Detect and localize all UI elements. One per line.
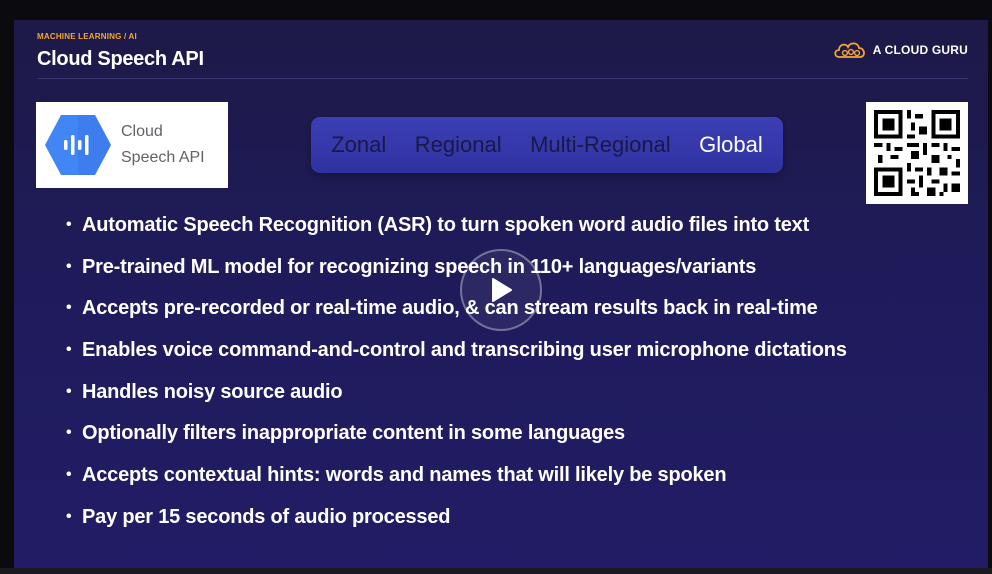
bullet-text: Optionally filters inappropriate content… [82,422,625,445]
list-item: • Handles noisy source audio [66,380,343,403]
play-icon [492,278,512,302]
brand-name: A CLOUD GURU [872,43,968,57]
region-zonal: Zonal [331,132,387,157]
bullet-text: Pre-trained ML model for recognizing spe… [82,255,757,278]
region-scope-bar: Zonal Regional Multi-Regional Global [311,117,783,173]
product-name-line2: Speech API [121,149,205,166]
cloud-logo-icon [834,42,865,58]
list-item: • Accepts contextual hints: words and nam… [66,464,727,487]
list-item: • Automatic Speech Recognition (ASR) to t… [66,214,810,236]
brand-logo: A CLOUD GURU [833,40,968,60]
list-item: • Pay per 15 seconds of audio processed [66,505,451,528]
speech-waveform-hexagon-icon [45,115,111,175]
product-card: Cloud Speech API [36,102,228,188]
product-name: Cloud Speech API [121,119,205,171]
qr-code [866,102,968,204]
region-multi-regional: Multi-Regional [530,132,671,157]
product-name-line1: Cloud [121,123,163,140]
bullet-text: Handles noisy source audio [82,380,343,403]
player-bottom-edge [0,568,992,574]
bullet-text: Accepts pre-recorded or real-time audio,… [82,297,818,320]
slide-category: MACHINE LEARNING / AI [37,32,137,41]
list-item: • Optionally filters inappropriate conten… [66,422,625,445]
bullet-list: • Automatic Speech Recognition (ASR) to t… [66,210,847,544]
list-item: • Accepts pre-recorded or real-time audio… [66,297,818,320]
video-player: MACHINE LEARNING / AI Cloud Speech API A… [0,0,992,574]
list-item: • Pre-trained ML model for recognizing sp… [66,255,757,278]
list-item: • Enables voice command-and-control and t… [66,339,847,362]
bullet-text: Enables voice command-and-control and tr… [82,339,847,362]
region-regional: Regional [414,132,502,157]
play-button[interactable] [460,249,542,331]
bullet-text: Accepts contextual hints: words and name… [82,464,727,487]
bullet-text: Automatic Speech Recognition (ASR) to tu… [82,214,810,236]
qr-code-icon [866,102,968,204]
region-global: Global [699,132,763,157]
bullet-text: Pay per 15 seconds of audio processed [82,505,451,528]
slide-title: Cloud Speech API [37,48,204,70]
slide: MACHINE LEARNING / AI Cloud Speech API A… [14,20,988,568]
title-divider [37,78,968,79]
